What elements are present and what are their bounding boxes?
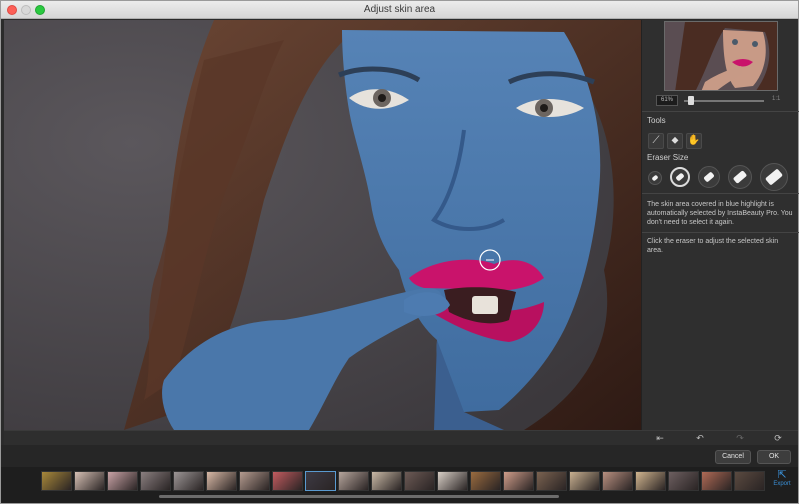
filmstrip-thumbnail[interactable] [404, 471, 435, 491]
eraser-size-s-button[interactable] [670, 167, 690, 187]
zoom-value[interactable]: 61% [656, 95, 678, 106]
filmstrip-thumbnail[interactable] [503, 471, 534, 491]
eraser-size-heading: Eraser Size [647, 153, 689, 162]
eraser-size-l-button[interactable] [728, 165, 752, 189]
eraser-icon [764, 168, 784, 186]
filmstrip-thumbnail[interactable] [74, 471, 105, 491]
filmstrip-thumbnail[interactable] [140, 471, 171, 491]
tools-heading: Tools [647, 116, 666, 125]
filmstrip-thumbnail[interactable] [437, 471, 468, 491]
filmstrip-thumbnail[interactable] [536, 471, 567, 491]
eraser-size-m-button[interactable] [698, 166, 720, 188]
help-text-auto-select: The skin area covered in blue highlight … [647, 201, 793, 226]
filmstrip-thumbnail[interactable] [107, 471, 138, 491]
title-bar: Adjust skin area [1, 1, 798, 19]
filmstrip-thumbnail[interactable] [470, 471, 501, 491]
eraser-size-xs-button[interactable] [648, 171, 662, 185]
export-label: Export [773, 481, 791, 487]
divider [642, 193, 799, 194]
filmstrip-thumbnail[interactable] [635, 471, 666, 491]
filmstrip-thumbnail[interactable] [173, 471, 204, 491]
eraser-icon [732, 170, 748, 184]
export-icon: ⇱ [777, 469, 787, 481]
help-text-eraser: Click the eraser to adjust the selected … [647, 238, 779, 254]
filmstrip-thumbnail[interactable] [602, 471, 633, 491]
export-button[interactable]: ⇱ Export [769, 469, 795, 488]
history-bar: ⇤ ↶ ↷ ⟳ [641, 430, 798, 445]
filmstrip-thumbnail[interactable] [239, 471, 270, 491]
photo-filmstrip: ⇱ Export [1, 467, 798, 503]
zoom-slider-knob[interactable] [688, 96, 695, 105]
eraser-tool-icon[interactable]: ⬥ [667, 133, 683, 149]
filmstrip-thumbnail[interactable] [305, 471, 336, 491]
zoom-slider-track[interactable] [684, 100, 764, 102]
app-window: Adjust skin area 61% 1:1 Tools ⟋ ⬥ ✋ Era… [0, 0, 799, 504]
magic-brush-icon[interactable]: ⟋ [648, 133, 664, 149]
filmstrip-thumbnail[interactable] [206, 471, 237, 491]
divider [642, 111, 799, 112]
filmstrip-thumbnail[interactable] [338, 471, 369, 491]
filmstrip-scrollbar[interactable] [159, 495, 559, 498]
filmstrip-thumbnail[interactable] [569, 471, 600, 491]
ok-button[interactable]: OK [757, 450, 791, 464]
navigator-thumbnail[interactable] [664, 21, 778, 91]
zoom-fit-label[interactable]: 1:1 [772, 96, 780, 102]
dialog-action-bar: Cancel OK [1, 445, 798, 467]
photo-canvas[interactable] [4, 20, 641, 430]
filmstrip-thumbnail[interactable] [701, 471, 732, 491]
filmstrip-thumbnail[interactable] [734, 471, 765, 491]
eraser-icon [675, 172, 685, 182]
photo-image [4, 20, 641, 430]
redo-icon[interactable]: ↷ [733, 432, 747, 444]
hand-tool-icon[interactable]: ✋ [686, 133, 702, 149]
side-panel: 61% 1:1 Tools ⟋ ⬥ ✋ Eraser Size The skin… [641, 20, 799, 430]
divider [642, 232, 799, 233]
cancel-button[interactable]: Cancel [715, 450, 751, 464]
eraser-icon [651, 174, 659, 182]
filmstrip-thumbnail[interactable] [371, 471, 402, 491]
undo-icon[interactable]: ↶ [693, 432, 707, 444]
filmstrip-thumbnail[interactable] [272, 471, 303, 491]
eraser-icon [703, 171, 715, 183]
reset-start-icon[interactable]: ⇤ [653, 432, 667, 444]
canvas-status-bar [4, 430, 641, 445]
window-title: Adjust skin area [363, 4, 436, 15]
filmstrip-thumbnail[interactable] [41, 471, 72, 491]
restore-icon[interactable]: ⟳ [771, 432, 785, 444]
eraser-size-xl-button[interactable] [760, 163, 788, 191]
zoom-control: 61% 1:1 [656, 95, 796, 107]
filmstrip-thumbnail[interactable] [668, 471, 699, 491]
